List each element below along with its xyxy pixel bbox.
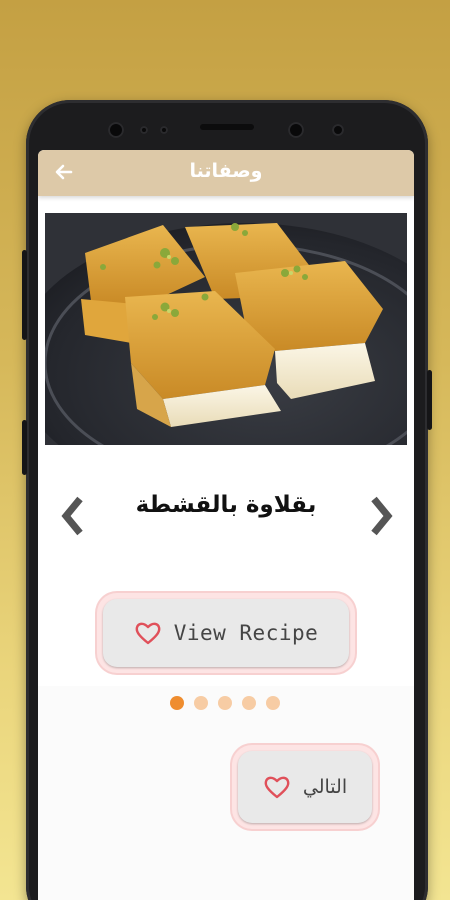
next-button-frame: التالي — [232, 745, 378, 829]
app-bar: وصفاتنا — [38, 150, 414, 196]
recipe-image — [45, 213, 407, 445]
proximity-sensor — [332, 124, 344, 136]
app-title: وصفاتنا — [189, 160, 263, 182]
next-label: التالي — [302, 776, 348, 798]
earpiece — [200, 124, 254, 130]
page-dot-2[interactable] — [194, 696, 208, 710]
view-recipe-button[interactable]: View Recipe — [103, 599, 349, 667]
power-button — [427, 370, 432, 430]
sensor-dot — [140, 126, 148, 134]
view-recipe-label: View Recipe — [173, 621, 319, 645]
iris-sensor — [288, 122, 304, 138]
recipe-name: بقلاوة بالقشطة — [135, 492, 317, 518]
page-dot-5[interactable] — [266, 696, 280, 710]
next-button[interactable]: التالي — [238, 751, 372, 823]
chevron-left-icon[interactable] — [58, 495, 86, 537]
volume-button — [22, 250, 27, 340]
heart-outline-icon — [263, 774, 291, 800]
app-screen: وصفاتنا بقلاوة بالقشطة View Recipe التال… — [38, 150, 414, 900]
page-dot-1[interactable] — [170, 696, 184, 710]
chevron-right-icon[interactable] — [368, 495, 396, 537]
front-camera — [108, 122, 124, 138]
page-indicator — [170, 696, 280, 710]
page-dot-3[interactable] — [218, 696, 232, 710]
page-dot-4[interactable] — [242, 696, 256, 710]
bixby-button — [22, 420, 27, 475]
heart-outline-icon — [134, 620, 162, 646]
view-recipe-button-frame: View Recipe — [97, 593, 355, 673]
sensor-dot — [160, 126, 168, 134]
